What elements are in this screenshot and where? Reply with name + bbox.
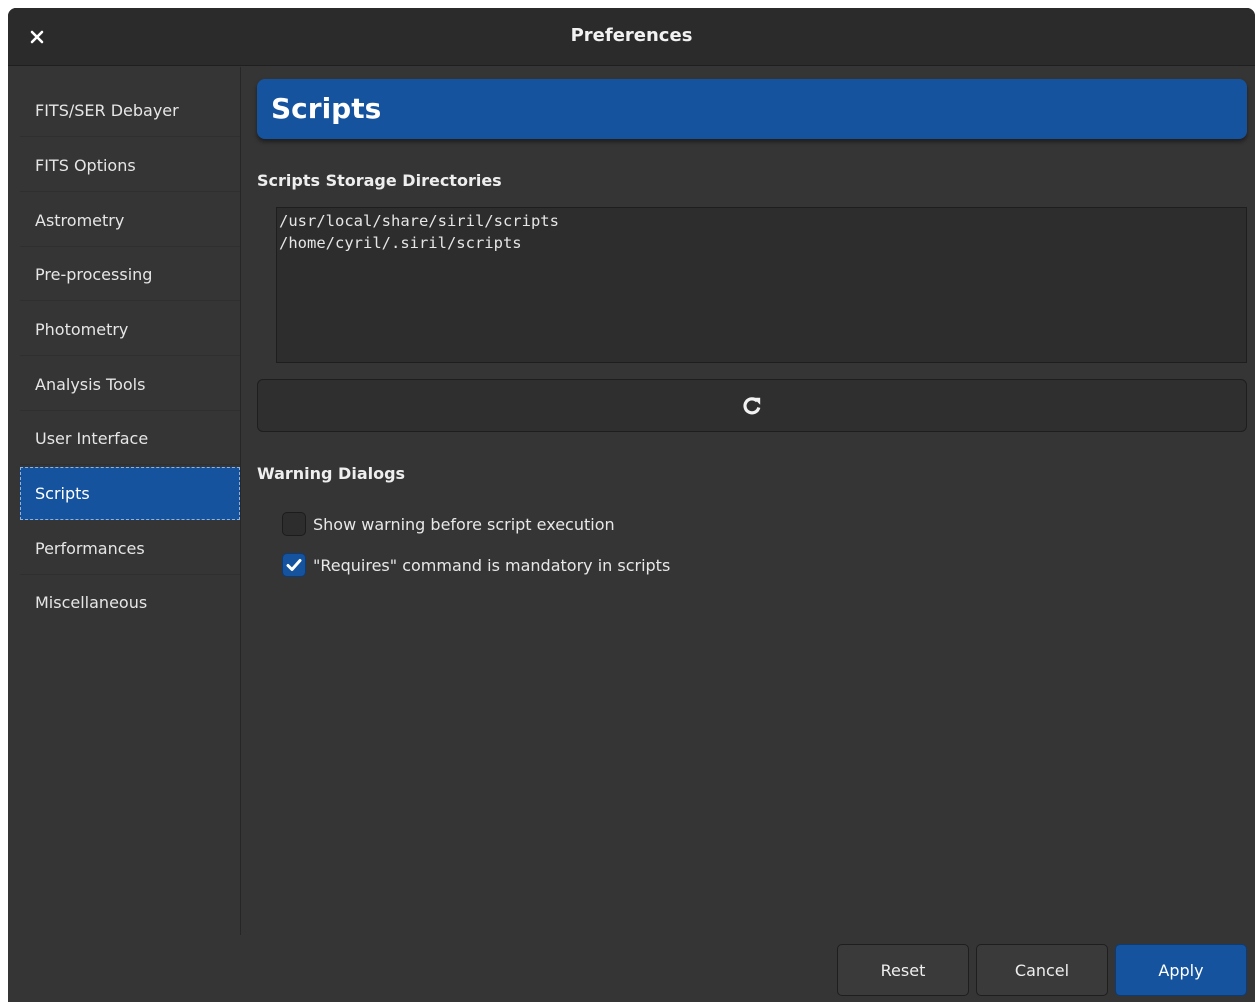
directory-line: /usr/local/share/siril/scripts xyxy=(279,212,559,230)
reset-button[interactable]: Reset xyxy=(837,944,969,996)
sidebar-item-miscellaneous[interactable]: Miscellaneous xyxy=(20,576,240,629)
sidebar-item-photometry[interactable]: Photometry xyxy=(20,303,240,356)
window-title: Preferences xyxy=(570,25,693,46)
sidebar-item-analysis-tools[interactable]: Analysis Tools xyxy=(20,358,240,411)
sidebar-item-scripts[interactable]: Scripts xyxy=(20,467,240,520)
titlebar: Preferences xyxy=(8,8,1255,66)
requires-mandatory-label: "Requires" command is mandatory in scrip… xyxy=(313,555,671,575)
sidebar-item-fits-ser-debayer[interactable]: FITS/SER Debayer xyxy=(20,84,240,137)
refresh-button[interactable] xyxy=(257,379,1247,432)
requires-mandatory-checkbox[interactable] xyxy=(282,553,306,577)
sidebar: FITS/SER Debayer FITS Options Astrometry… xyxy=(8,67,241,935)
close-button[interactable] xyxy=(22,22,52,52)
directory-line: /home/cyril/.siril/scripts xyxy=(279,234,522,252)
sidebar-item-astrometry[interactable]: Astrometry xyxy=(20,194,240,247)
sidebar-item-user-interface[interactable]: User Interface xyxy=(20,412,240,465)
close-icon xyxy=(30,30,44,44)
checkmark-icon xyxy=(286,559,302,571)
cancel-button[interactable]: Cancel xyxy=(976,944,1108,996)
show-warning-label: Show warning before script execution xyxy=(313,514,615,534)
preferences-window: Preferences FITS/SER Debayer FITS Option… xyxy=(8,8,1255,1002)
show-warning-checkbox[interactable] xyxy=(282,512,306,536)
warnings-heading: Warning Dialogs xyxy=(257,464,406,483)
page-title: Scripts xyxy=(257,79,1247,139)
directories-textview[interactable]: /usr/local/share/siril/scripts /home/cyr… xyxy=(276,207,1247,363)
sidebar-item-performances[interactable]: Performances xyxy=(20,522,240,575)
refresh-icon xyxy=(743,396,761,414)
content-area: Scripts Scripts Storage Directories /usr… xyxy=(257,67,1247,935)
show-warning-option[interactable]: Show warning before script execution xyxy=(282,511,615,537)
sidebar-item-fits-options[interactable]: FITS Options xyxy=(20,139,240,192)
apply-button[interactable]: Apply xyxy=(1115,944,1247,996)
sidebar-item-pre-processing[interactable]: Pre-processing xyxy=(20,248,240,301)
requires-mandatory-option[interactable]: "Requires" command is mandatory in scrip… xyxy=(282,552,670,578)
directories-heading: Scripts Storage Directories xyxy=(257,171,502,190)
